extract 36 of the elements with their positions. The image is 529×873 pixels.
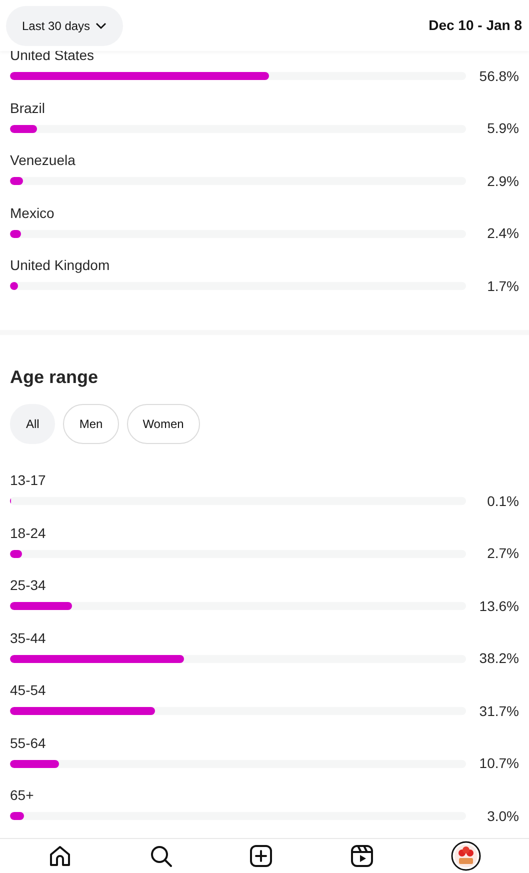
category-label: 25-34 — [10, 576, 46, 596]
category-label: Venezuela — [10, 151, 76, 170]
percent-value: 2.9% — [486, 172, 519, 191]
period-dropdown[interactable]: Last 30 days — [6, 6, 124, 46]
percent-value: 3.0% — [486, 806, 519, 826]
section-title: Age range — [9, 366, 100, 390]
category-label: 65+ — [10, 786, 34, 806]
category-label: 45-54 — [10, 681, 46, 700]
category-label: 13-17 — [10, 471, 46, 490]
chevron-down-icon — [95, 22, 108, 30]
percent-value: 0.1% — [486, 492, 519, 511]
category-label: 35-44 — [10, 628, 46, 648]
home-icon[interactable] — [48, 844, 72, 868]
filter-chip[interactable]: Men — [63, 404, 119, 444]
percent-value: 13.6% — [478, 596, 519, 616]
category-label: Brazil — [10, 98, 46, 118]
percent-value: 2.4% — [486, 224, 519, 244]
percent-value: 5.9% — [486, 119, 519, 138]
percent-value: 10.7% — [478, 754, 519, 774]
percent-value: 56.8% — [478, 66, 519, 86]
search-icon[interactable] — [148, 844, 173, 868]
percent-value: 1.7% — [486, 276, 519, 296]
category-label: 18-24 — [10, 524, 46, 543]
filter-chip[interactable]: All — [10, 404, 56, 444]
category-label: United Kingdom — [10, 256, 110, 276]
filter-chip[interactable]: Women — [126, 404, 200, 444]
percent-value: 2.7% — [486, 544, 519, 564]
category-label: United States — [10, 46, 94, 66]
category-label: Mexico — [10, 204, 54, 223]
profile-avatar-icon[interactable] — [450, 840, 481, 871]
add-icon[interactable] — [249, 844, 274, 868]
date-range: Dec 10 - Jan 8 — [428, 16, 522, 36]
percent-value: 31.7% — [478, 702, 519, 721]
percent-value: 38.2% — [478, 649, 519, 668]
category-label: 55-64 — [10, 734, 46, 753]
reels-icon[interactable] — [350, 844, 374, 868]
